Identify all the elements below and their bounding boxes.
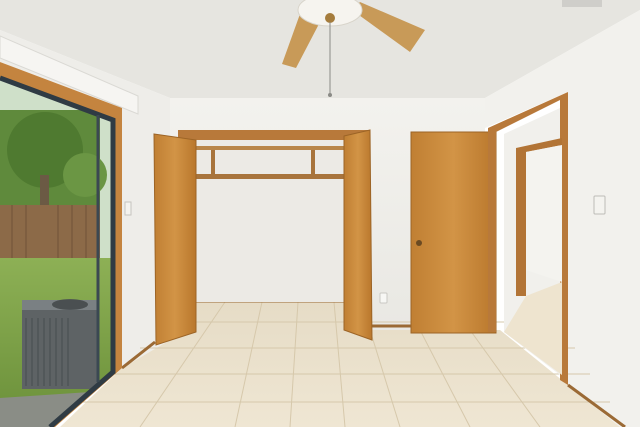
closet-door-left[interactable] xyxy=(153,133,197,346)
outlet-icon xyxy=(379,292,388,304)
fan-light xyxy=(325,13,335,23)
closet-shelf-bracket-right xyxy=(311,150,315,176)
air-vent-icon xyxy=(562,0,602,7)
wooden-fence xyxy=(0,205,100,265)
light-switch-icon[interactable] xyxy=(593,195,606,215)
closet-interior xyxy=(196,140,344,302)
interior-door[interactable] xyxy=(410,131,497,334)
hallway-wall-far xyxy=(526,145,562,282)
ac-unit xyxy=(22,305,98,389)
ac-fan-grille xyxy=(52,299,88,310)
closet-frame-top xyxy=(178,130,370,140)
closet-door-right[interactable] xyxy=(343,129,373,341)
door-knob-icon[interactable] xyxy=(416,240,422,246)
room-photo xyxy=(0,0,640,427)
light-switch-icon[interactable] xyxy=(124,201,132,216)
closet-shelf-bracket-left xyxy=(211,150,215,176)
closet-rod xyxy=(196,174,344,179)
closet-shelf xyxy=(196,146,344,150)
tree-foliage xyxy=(63,153,107,197)
fan-pull-chain-end[interactable] xyxy=(328,93,332,97)
